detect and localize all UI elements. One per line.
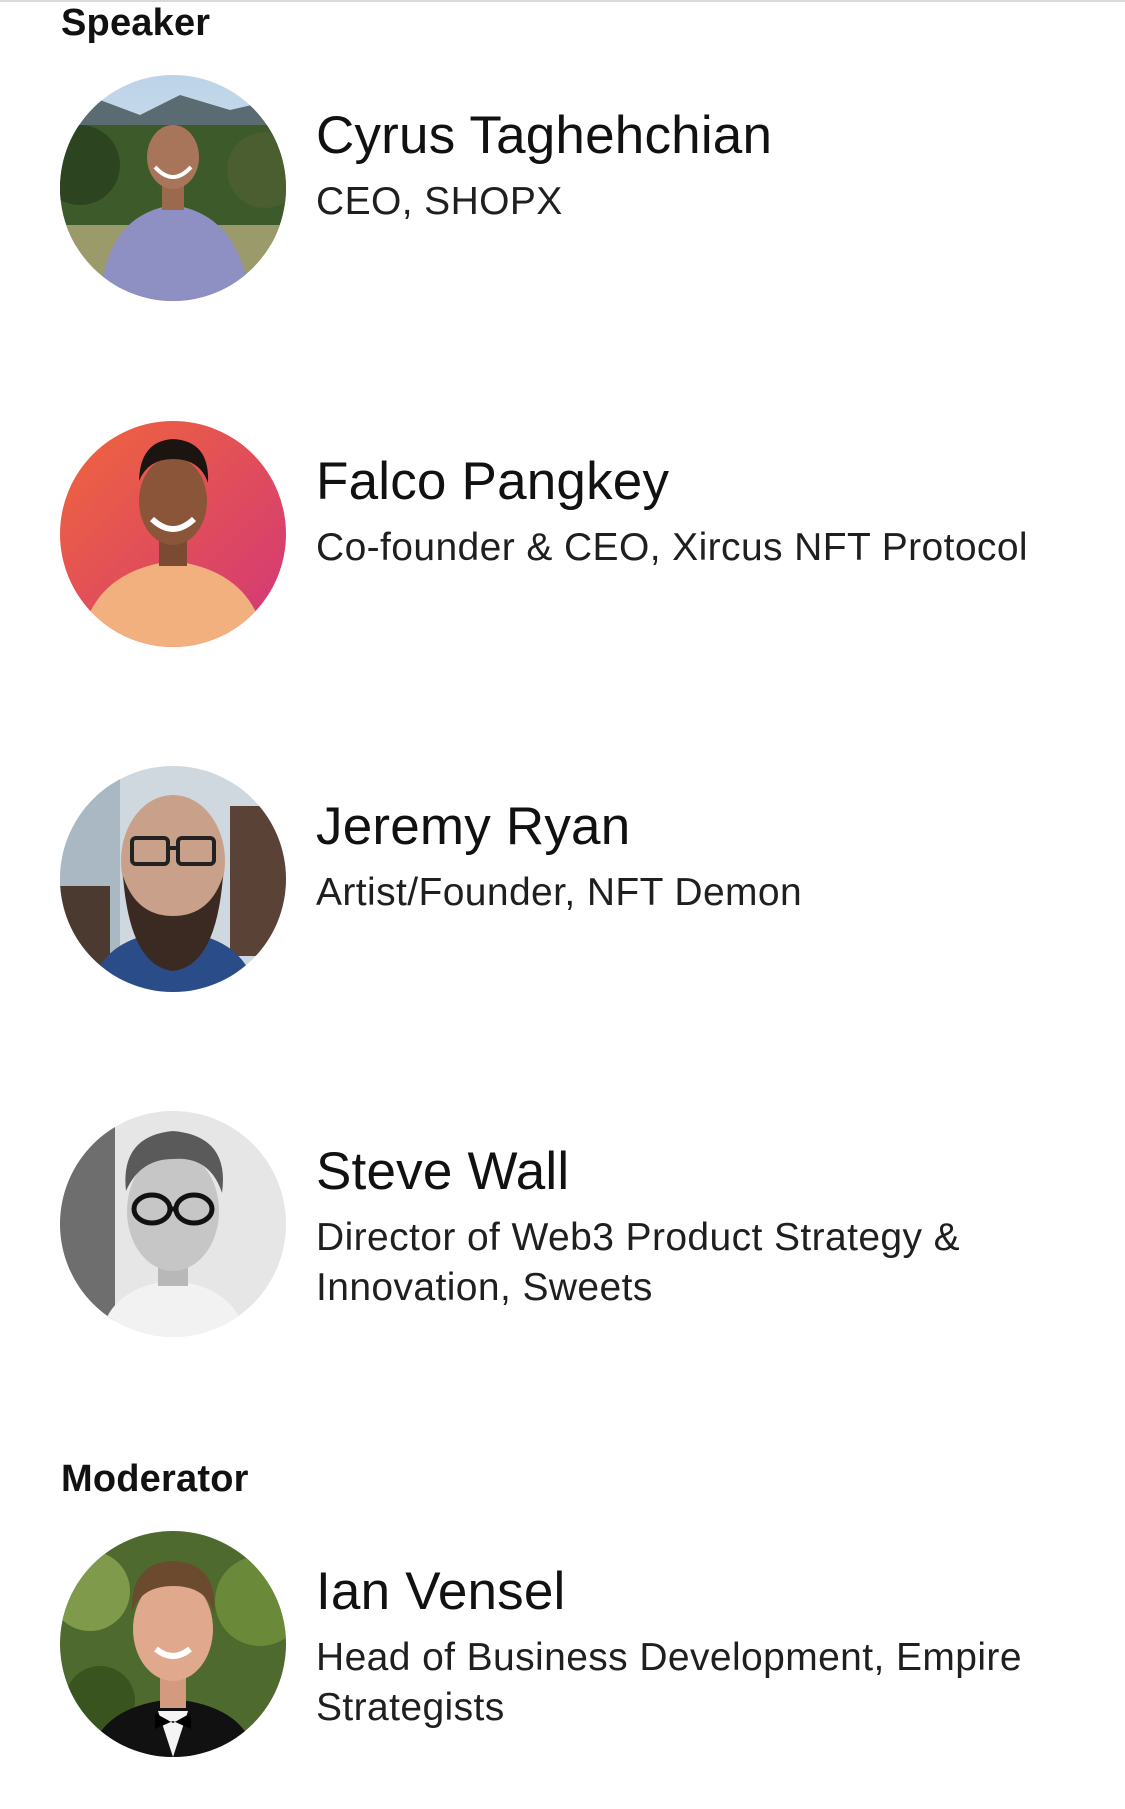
speaker-name: Falco Pangkey [316,452,670,511]
moderator-section-title: Moderator [61,1458,249,1500]
person-photo-icon [60,421,286,647]
person-photo-icon [60,1111,286,1337]
moderator-card[interactable]: Ian Vensel Head of Business Development,… [0,1531,1125,1757]
moderator-name: Ian Vensel [316,1562,566,1621]
person-photo-icon [60,75,286,301]
speaker-card[interactable]: Jeremy Ryan Artist/Founder, NFT Demon [0,766,1125,992]
speaker-section-title: Speaker [61,2,211,44]
speaker-avatar[interactable] [60,75,286,301]
speaker-role: Director of Web3 Product Strategy & Inno… [316,1216,961,1309]
speaker-role: CEO, SHOPX [316,180,563,223]
speaker-name: Cyrus Taghehchian [316,106,773,165]
person-photo-icon [60,766,286,992]
speaker-card[interactable]: Falco Pangkey Co-founder & CEO, Xircus N… [0,421,1125,647]
person-photo-icon [60,1531,286,1757]
speaker-avatar[interactable] [60,766,286,992]
speaker-avatar[interactable] [60,1111,286,1337]
speaker-avatar[interactable] [60,421,286,647]
speaker-name: Steve Wall [316,1142,570,1201]
speaker-name: Jeremy Ryan [316,797,631,856]
speaker-role: Co-founder & CEO, Xircus NFT Protocol [316,526,1028,569]
moderator-avatar[interactable] [60,1531,286,1757]
speaker-role: Artist/Founder, NFT Demon [316,871,803,914]
moderator-role: Head of Business Development, Empire Str… [316,1636,1022,1729]
speaker-card[interactable]: Cyrus Taghehchian CEO, SHOPX [0,75,1125,301]
speaker-card[interactable]: Steve Wall Director of Web3 Product Stra… [0,1111,1125,1337]
